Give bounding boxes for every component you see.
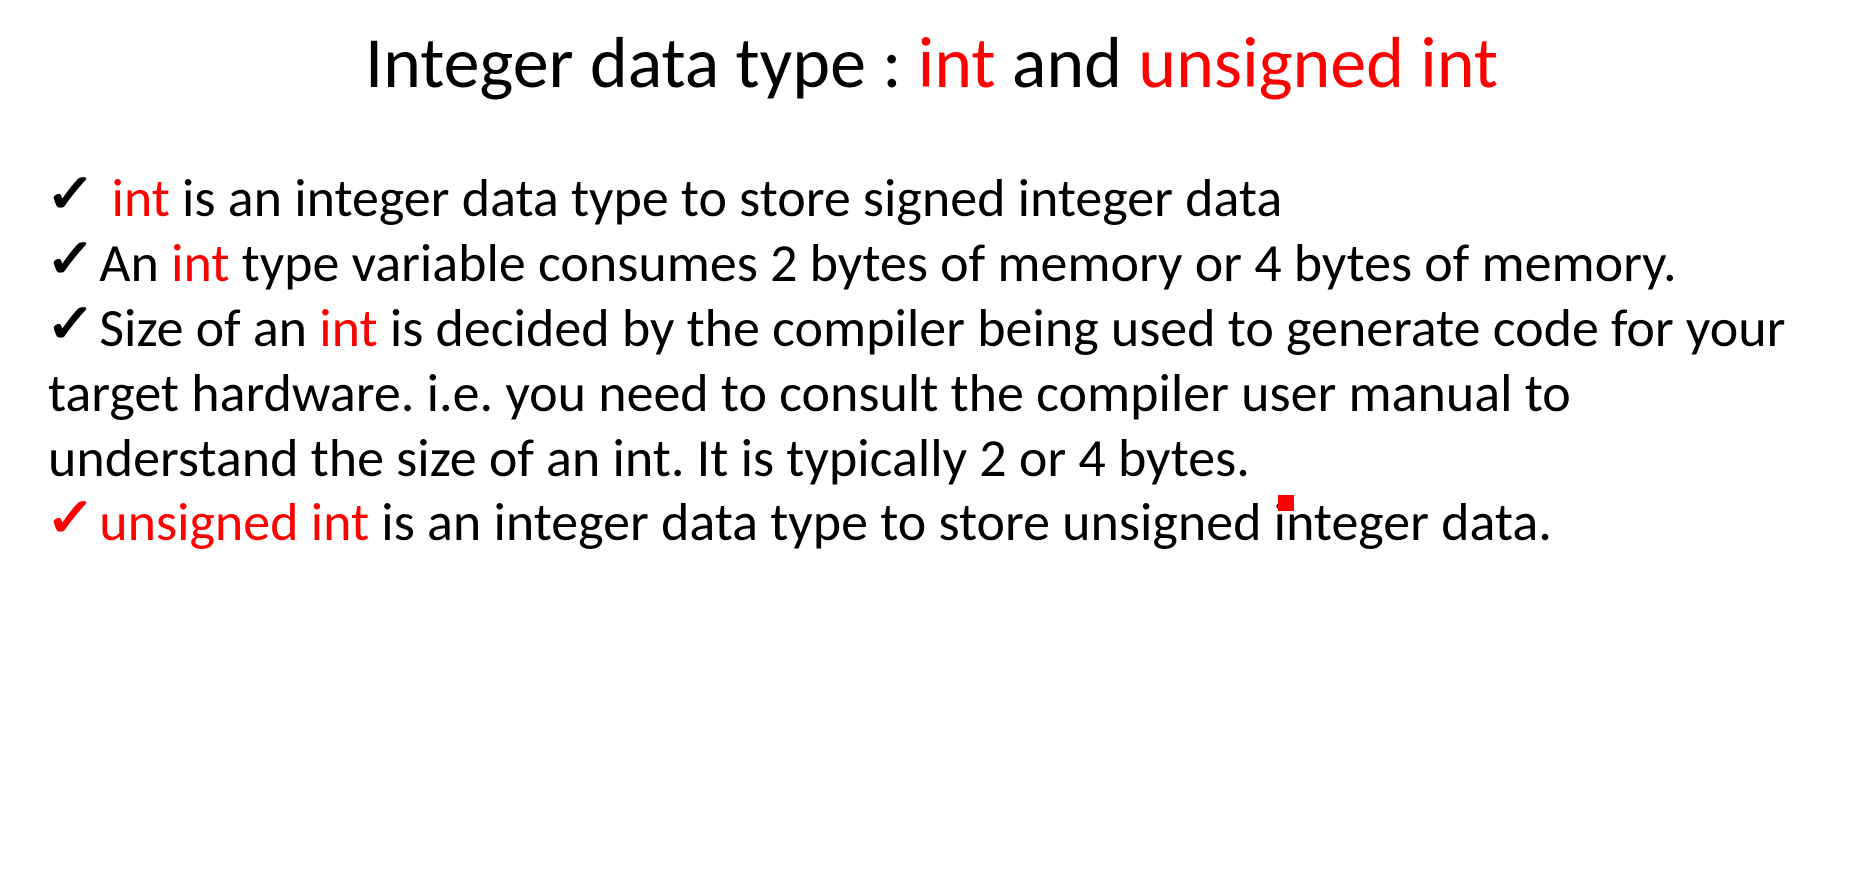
slide-body: ✓ int is an integer data type to store s… (48, 166, 1815, 555)
laser-pointer-icon (1278, 495, 1294, 511)
bullet4-keyword-unsigned-int: unsigned int (99, 489, 369, 555)
title-part3: and (996, 19, 1139, 107)
title-part1: Integer data type : (365, 19, 918, 107)
bullet2-text: type variable consumes 2 bytes of memory… (229, 230, 1676, 296)
title-part2-int: int (918, 19, 996, 107)
title-part4-unsigned-int: unsigned int (1138, 19, 1498, 107)
bullet-4: ✓unsigned int is an integer data type to… (48, 490, 1815, 555)
bullet4-text: is an integer data type to store unsigne… (369, 489, 1552, 555)
bullet3-pre: Size of an (99, 295, 319, 361)
bullet1-keyword-int: int (111, 165, 169, 231)
bullet2-pre: An (99, 230, 171, 296)
bullet-2: ✓An int type variable consumes 2 bytes o… (48, 231, 1815, 296)
slide-title: Integer data type : int and unsigned int (48, 20, 1815, 106)
slide: Integer data type : int and unsigned int… (0, 0, 1863, 883)
bullet-3: ✓Size of an int is decided by the compil… (48, 296, 1815, 490)
bullet1-text: is an integer data type to store signed … (170, 165, 1282, 231)
bullet1-space (99, 165, 111, 231)
checkmark-icon: ✓ (46, 292, 96, 357)
bullet2-keyword-int: int (171, 230, 229, 296)
checkmark-icon: ✓ (46, 227, 96, 292)
checkmark-icon: ✓ (46, 486, 96, 551)
checkmark-icon: ✓ (46, 162, 96, 227)
bullet-1: ✓ int is an integer data type to store s… (48, 166, 1815, 231)
bullet3-keyword-int: int (319, 295, 377, 361)
